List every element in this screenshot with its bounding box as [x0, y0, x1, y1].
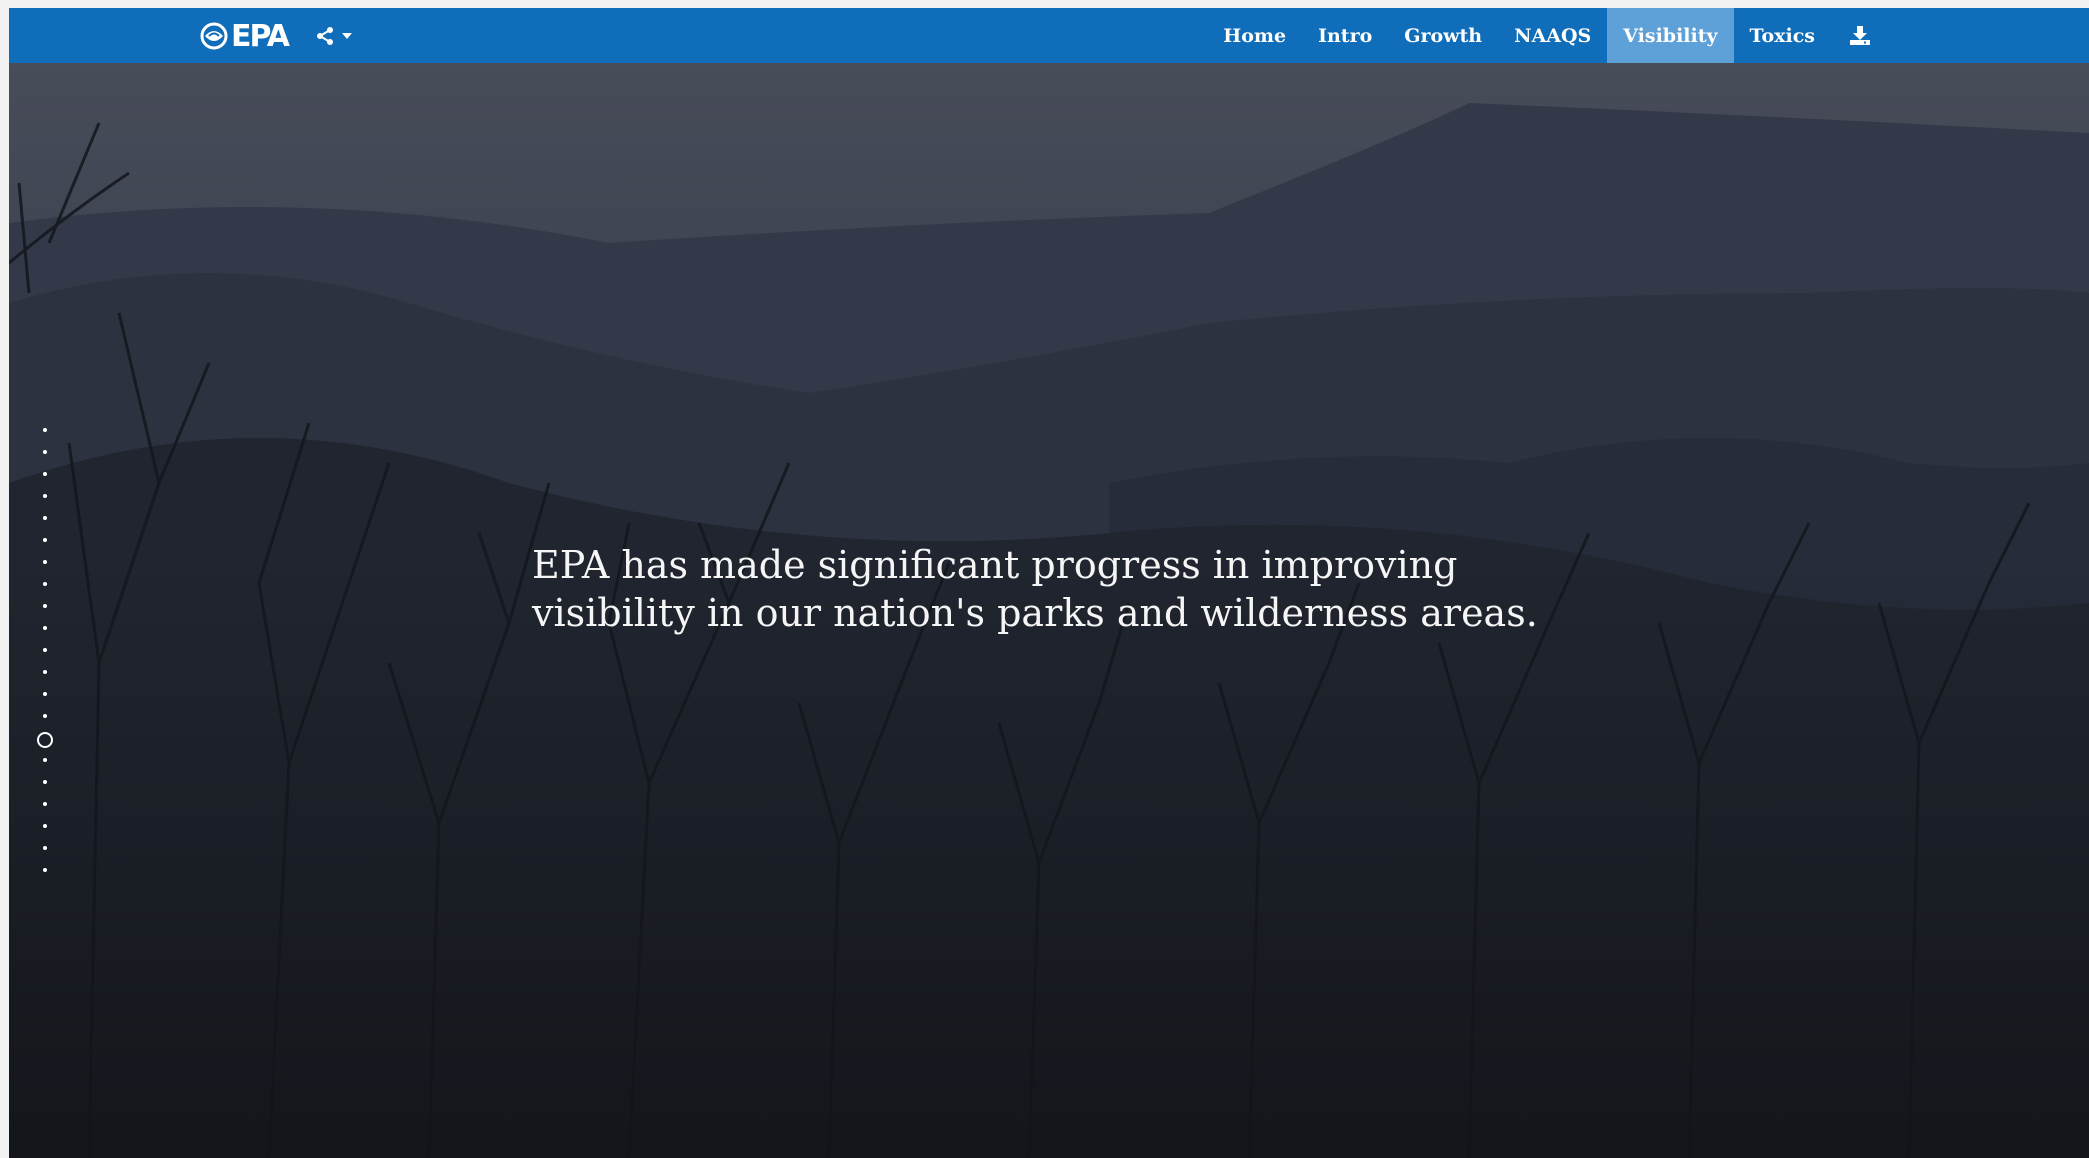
section-dot[interactable] [43, 582, 47, 586]
section-dot[interactable] [43, 428, 47, 432]
epa-logo[interactable]: EPA [199, 16, 290, 56]
section-dot[interactable] [43, 538, 47, 542]
section-dot[interactable] [43, 472, 47, 476]
nav-item-growth[interactable]: Growth [1388, 8, 1498, 63]
nav-item-home[interactable]: Home [1207, 8, 1302, 63]
section-dot[interactable] [43, 626, 47, 630]
section-dot[interactable] [43, 824, 47, 828]
share-icon [317, 27, 333, 45]
nav-item-toxics[interactable]: Toxics [1734, 8, 1831, 63]
nav-item-visibility[interactable]: Visibility [1607, 8, 1734, 63]
epa-flower-icon [200, 22, 228, 50]
section-dot-active[interactable] [37, 732, 53, 748]
top-navbar: EPA Home Intro Growth NAAQS Visibility T… [9, 8, 2089, 63]
section-dot[interactable] [43, 494, 47, 498]
download-button[interactable] [1831, 8, 1889, 63]
section-dot[interactable] [43, 560, 47, 564]
share-menu-button[interactable] [315, 22, 353, 50]
browser-viewport: EPA Home Intro Growth NAAQS Visibility T… [9, 8, 2089, 1158]
hero-headline: EPA has made significant progress in imp… [532, 541, 1632, 637]
hero-headline-line1: EPA has made significant progress in imp… [532, 543, 1458, 587]
nav-item-intro[interactable]: Intro [1302, 8, 1388, 63]
caret-down-icon [342, 33, 352, 39]
section-dot[interactable] [43, 868, 47, 872]
section-dot[interactable] [43, 450, 47, 454]
hero-headline-line2: visibility in our nation's parks and wil… [532, 591, 1538, 635]
main-nav: Home Intro Growth NAAQS Visibility Toxic… [1207, 8, 1889, 63]
section-dot[interactable] [43, 802, 47, 806]
section-dot[interactable] [43, 692, 47, 696]
download-icon [1850, 25, 1870, 45]
section-dot[interactable] [43, 714, 47, 718]
hero-section: EPA has made significant progress in imp… [9, 63, 2089, 1158]
section-dot[interactable] [43, 670, 47, 674]
section-dot[interactable] [43, 516, 47, 520]
logo-text: EPA [231, 18, 290, 54]
section-dot[interactable] [43, 780, 47, 784]
section-dot[interactable] [43, 648, 47, 652]
section-dot[interactable] [43, 758, 47, 762]
section-dot-nav [33, 428, 57, 888]
nav-item-naaqs[interactable]: NAAQS [1498, 8, 1607, 63]
section-dot[interactable] [43, 846, 47, 850]
section-dot[interactable] [43, 604, 47, 608]
